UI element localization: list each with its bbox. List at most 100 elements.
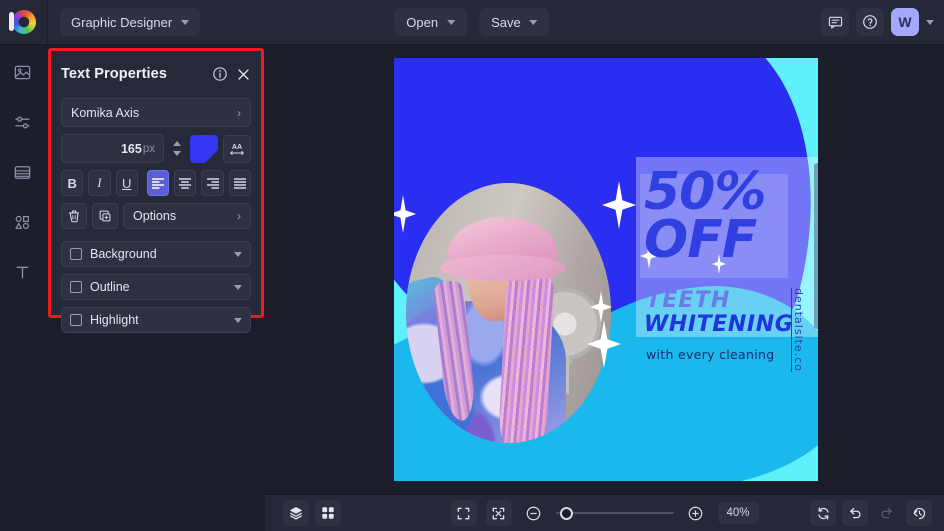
font-family-value: Komika Axis [71, 105, 140, 120]
bold-button[interactable]: B [61, 170, 84, 196]
info-icon [213, 67, 227, 81]
align-justify-button[interactable] [228, 170, 251, 196]
align-left-button[interactable] [146, 170, 170, 196]
outline-toggle-row[interactable]: Outline [61, 274, 251, 300]
zoom-slider-handle[interactable] [560, 506, 574, 520]
undo-button[interactable] [842, 500, 868, 526]
zoom-in-button[interactable] [682, 500, 708, 526]
shapes-icon [14, 215, 29, 229]
collapse-icon [492, 507, 505, 519]
chevron-down-icon[interactable] [234, 251, 242, 257]
format-row: B I U [61, 170, 251, 196]
layers-button[interactable] [283, 500, 309, 526]
text-color-swatch[interactable] [190, 134, 218, 163]
font-size-stepper[interactable] [169, 134, 185, 163]
layout-icon [14, 165, 30, 179]
zoom-level-display[interactable]: 40% [717, 502, 759, 524]
history-button[interactable] [906, 500, 932, 526]
collapse-view-button[interactable] [485, 500, 512, 526]
chevron-right-icon: › [237, 209, 241, 223]
underline-button[interactable]: U [115, 170, 138, 196]
chevron-down-icon[interactable] [234, 284, 242, 290]
headline-text[interactable]: 50% OFF [644, 166, 818, 266]
font-size-value: 165 [120, 141, 142, 156]
undo-icon [850, 507, 861, 519]
model-photo[interactable] [406, 183, 611, 443]
bottom-toolbar: 40% [265, 494, 944, 531]
outline-label: Outline [90, 280, 130, 294]
zoom-controls: 40% [450, 500, 759, 526]
panel-header: Text Properties [61, 59, 251, 89]
tagline-text[interactable]: with every cleaning [646, 347, 774, 362]
page-title: Text Properties [61, 66, 167, 82]
left-tool-rail [0, 45, 45, 531]
chevron-down-icon [529, 19, 538, 25]
outline-checkbox[interactable] [70, 281, 82, 293]
background-toggle-row[interactable]: Background [61, 241, 251, 267]
document-tab[interactable]: Graphic Designer [60, 8, 201, 36]
adjustments-icon [14, 116, 30, 128]
save-button[interactable]: Save [479, 8, 550, 36]
grid-icon [322, 507, 334, 519]
avatar[interactable]: W [891, 8, 919, 36]
sidebar-item-elements[interactable] [6, 207, 38, 237]
options-selector[interactable]: Options › [123, 203, 251, 229]
chevron-right-icon: › [237, 105, 241, 120]
highlight-checkbox[interactable] [70, 314, 82, 326]
zoom-level-value: 40% [726, 507, 750, 519]
app-logo[interactable] [0, 0, 48, 45]
top-right-group: W [821, 8, 934, 36]
chevron-down-icon [447, 19, 456, 25]
sidebar-item-image[interactable] [6, 57, 38, 87]
info-button[interactable] [212, 66, 228, 82]
sidebar-item-text[interactable] [6, 257, 38, 287]
subhead-line-1[interactable]: TEETH [646, 288, 730, 313]
comment-button[interactable] [821, 8, 849, 36]
fit-to-screen-button[interactable] [450, 500, 477, 526]
align-center-button[interactable] [174, 170, 197, 196]
duplicate-button[interactable] [92, 203, 118, 229]
chevron-down-icon[interactable] [234, 317, 242, 323]
account-chevron-down-icon[interactable] [926, 19, 934, 25]
canvas-area[interactable]: 50% OFF TEETH WHITENING with every clean… [265, 45, 944, 494]
refresh-button[interactable] [810, 500, 836, 526]
open-button[interactable]: Open [394, 8, 468, 36]
font-size-input[interactable]: 165 px [61, 134, 164, 163]
website-text[interactable]: dentalsite.co [792, 288, 805, 372]
zoom-slider[interactable] [555, 503, 674, 523]
delete-button[interactable] [61, 203, 87, 229]
avatar-initial: W [898, 14, 912, 30]
underline-button-label: U [122, 175, 132, 191]
font-family-selector[interactable]: Komika Axis › [61, 98, 251, 127]
comment-icon [828, 16, 842, 29]
font-size-row: 165 px AA [61, 134, 251, 163]
subhead-line-2[interactable]: WHITENING [644, 312, 793, 337]
zoom-in-icon [688, 506, 703, 520]
history-icon [913, 507, 925, 519]
sidebar-item-adjust[interactable] [6, 107, 38, 137]
close-icon [238, 68, 249, 80]
zoom-out-icon [526, 506, 541, 520]
redo-button[interactable] [874, 500, 900, 526]
zoom-out-button[interactable] [520, 500, 546, 526]
svg-text:AA: AA [232, 143, 242, 151]
grid-button[interactable] [315, 500, 341, 526]
close-button[interactable] [236, 67, 251, 82]
center-button-group: Open Save [394, 8, 550, 36]
background-checkbox[interactable] [70, 248, 82, 260]
sidebar-item-layout[interactable] [6, 157, 38, 187]
text-icon [16, 266, 28, 278]
help-icon [863, 15, 877, 29]
italic-button[interactable]: I [88, 170, 111, 196]
italic-button-label: I [97, 175, 102, 190]
help-button[interactable] [856, 8, 884, 36]
align-right-button[interactable] [201, 170, 224, 196]
letter-spacing-button[interactable]: AA [223, 134, 251, 163]
artboard[interactable]: 50% OFF TEETH WHITENING with every clean… [394, 58, 818, 481]
highlight-toggle-row[interactable]: Highlight [61, 307, 251, 333]
stepper-down-icon [173, 151, 181, 156]
align-right-icon [206, 178, 219, 189]
align-left-icon [151, 178, 164, 189]
bottom-right-group [810, 500, 932, 526]
redo-icon [881, 507, 892, 519]
